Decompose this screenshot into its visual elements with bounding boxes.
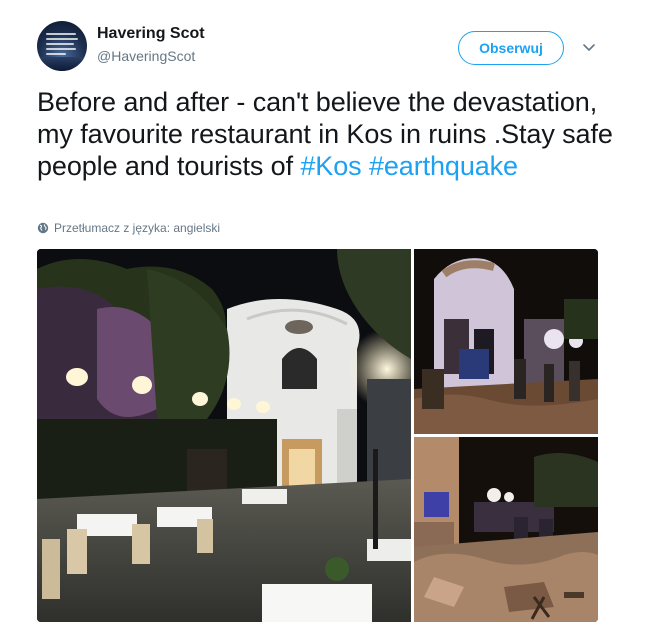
avatar-art-line — [46, 38, 78, 40]
hashtag-earthquake[interactable]: #earthquake — [369, 151, 518, 181]
photo-restaurant-after-building[interactable] — [414, 249, 598, 434]
translate-label: Przetłumacz z języka: angielski — [54, 221, 221, 235]
avatar-art-line — [46, 43, 74, 45]
media-grid — [37, 249, 598, 622]
avatar-art-line — [46, 53, 66, 55]
avatar-art-ground — [37, 57, 87, 71]
author-name[interactable]: Havering Scot — [97, 25, 205, 43]
avatar-art-line — [46, 48, 76, 50]
globe-icon — [37, 222, 49, 234]
chevron-down-icon[interactable] — [580, 38, 598, 56]
photo-restaurant-before[interactable] — [37, 249, 411, 622]
follow-button[interactable]: Obserwuj — [458, 31, 564, 65]
translate-link[interactable]: Przetłumacz z języka: angielski — [37, 221, 220, 235]
author-handle[interactable]: @HaveringScot — [97, 48, 195, 64]
hashtag-kos[interactable]: #Kos — [300, 151, 361, 181]
photo-restaurant-after-rubble[interactable] — [414, 437, 598, 622]
tweet-text: Before and after - can't believe the dev… — [37, 86, 617, 182]
avatar[interactable] — [37, 21, 87, 71]
avatar-art-line — [46, 33, 76, 35]
